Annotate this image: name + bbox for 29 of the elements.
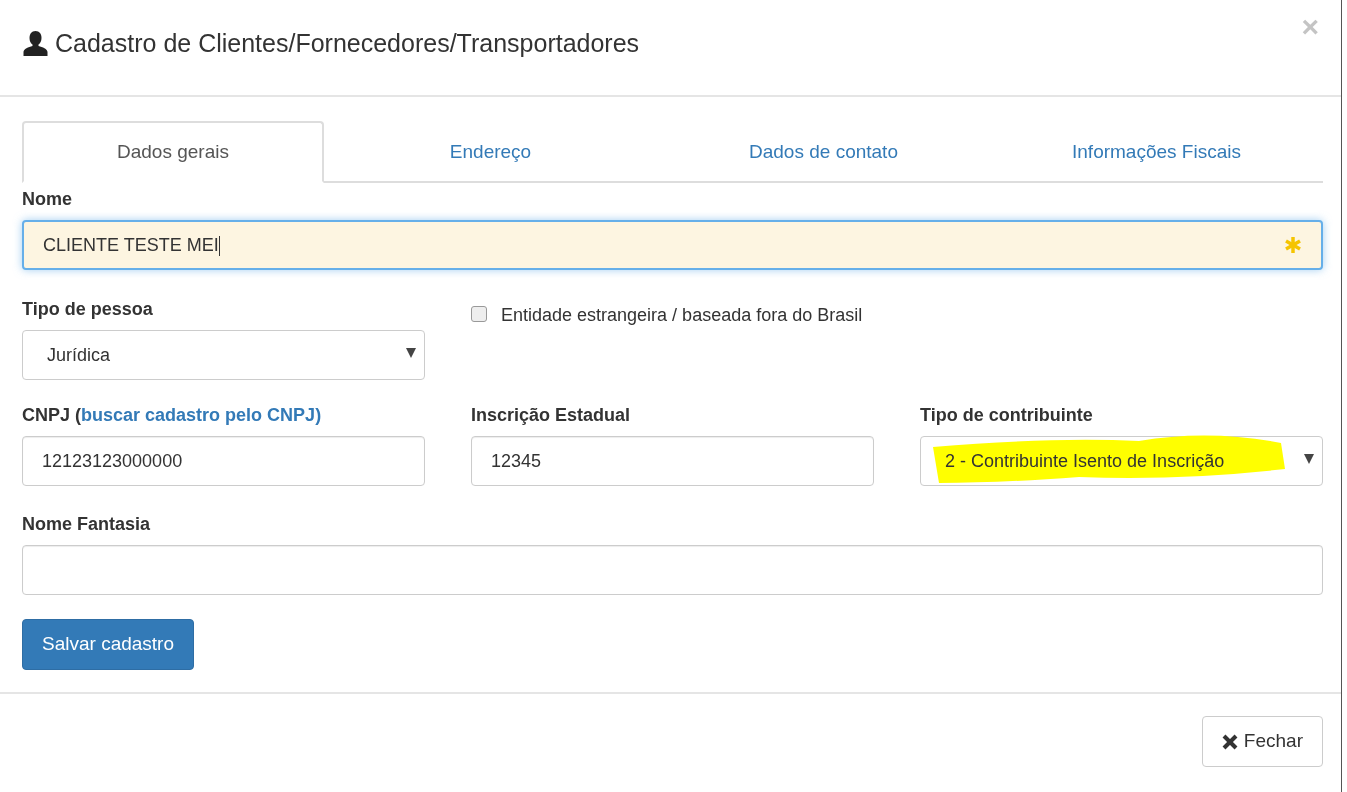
dropdown-caret-icon xyxy=(1304,454,1314,464)
search-cnpj-link[interactable]: buscar cadastro pelo CNPJ xyxy=(81,404,316,426)
name-field[interactable]: CLIENTE TESTE MEI xyxy=(22,220,1323,270)
field-label: Tipo de pessoa xyxy=(22,298,154,320)
field-label: ) xyxy=(315,404,322,426)
tab[interactable]: Endereço xyxy=(324,121,657,183)
tab[interactable]: Dados de contato xyxy=(657,121,990,183)
modal-title: Cadastro de Clientes/Fornecedores/Transportadores xyxy=(55,28,640,59)
user-icon xyxy=(22,29,49,57)
field-label: Nome Fantasia xyxy=(22,513,152,535)
taxpayer-type-select[interactable]: 2 - Contribuinte Isento de Inscrição xyxy=(920,436,1323,486)
field-label: Tipo de contribuinte xyxy=(920,404,1094,426)
select-value: 2 - Contribuinte Isento de Inscrição xyxy=(945,449,1225,473)
select-value: Jurídica xyxy=(47,343,111,367)
trade-name-field[interactable] xyxy=(22,545,1323,595)
tab[interactable]: Informações Fiscais xyxy=(990,121,1323,183)
checkbox-label: Entidade estrangeira / baseada fora do Brasil xyxy=(501,304,864,327)
dropdown-caret-icon xyxy=(406,348,416,358)
tab[interactable]: Dados gerais xyxy=(22,121,324,183)
close-dialog-button[interactable]: Fechar xyxy=(1201,716,1323,767)
save-button[interactable]: Salvar cadastro xyxy=(22,619,194,670)
person-type-select[interactable]: Jurídica xyxy=(22,330,425,380)
close-icon xyxy=(1221,733,1238,750)
field-label: Nome xyxy=(22,188,73,210)
field-label: CNPJ ( xyxy=(22,404,82,426)
checkbox[interactable] xyxy=(471,306,487,322)
field-label: Inscrição Estadual xyxy=(471,404,632,426)
cnpj-field[interactable]: 12123123000000 xyxy=(22,436,425,486)
state-registration-field[interactable]: 12345 xyxy=(471,436,874,486)
